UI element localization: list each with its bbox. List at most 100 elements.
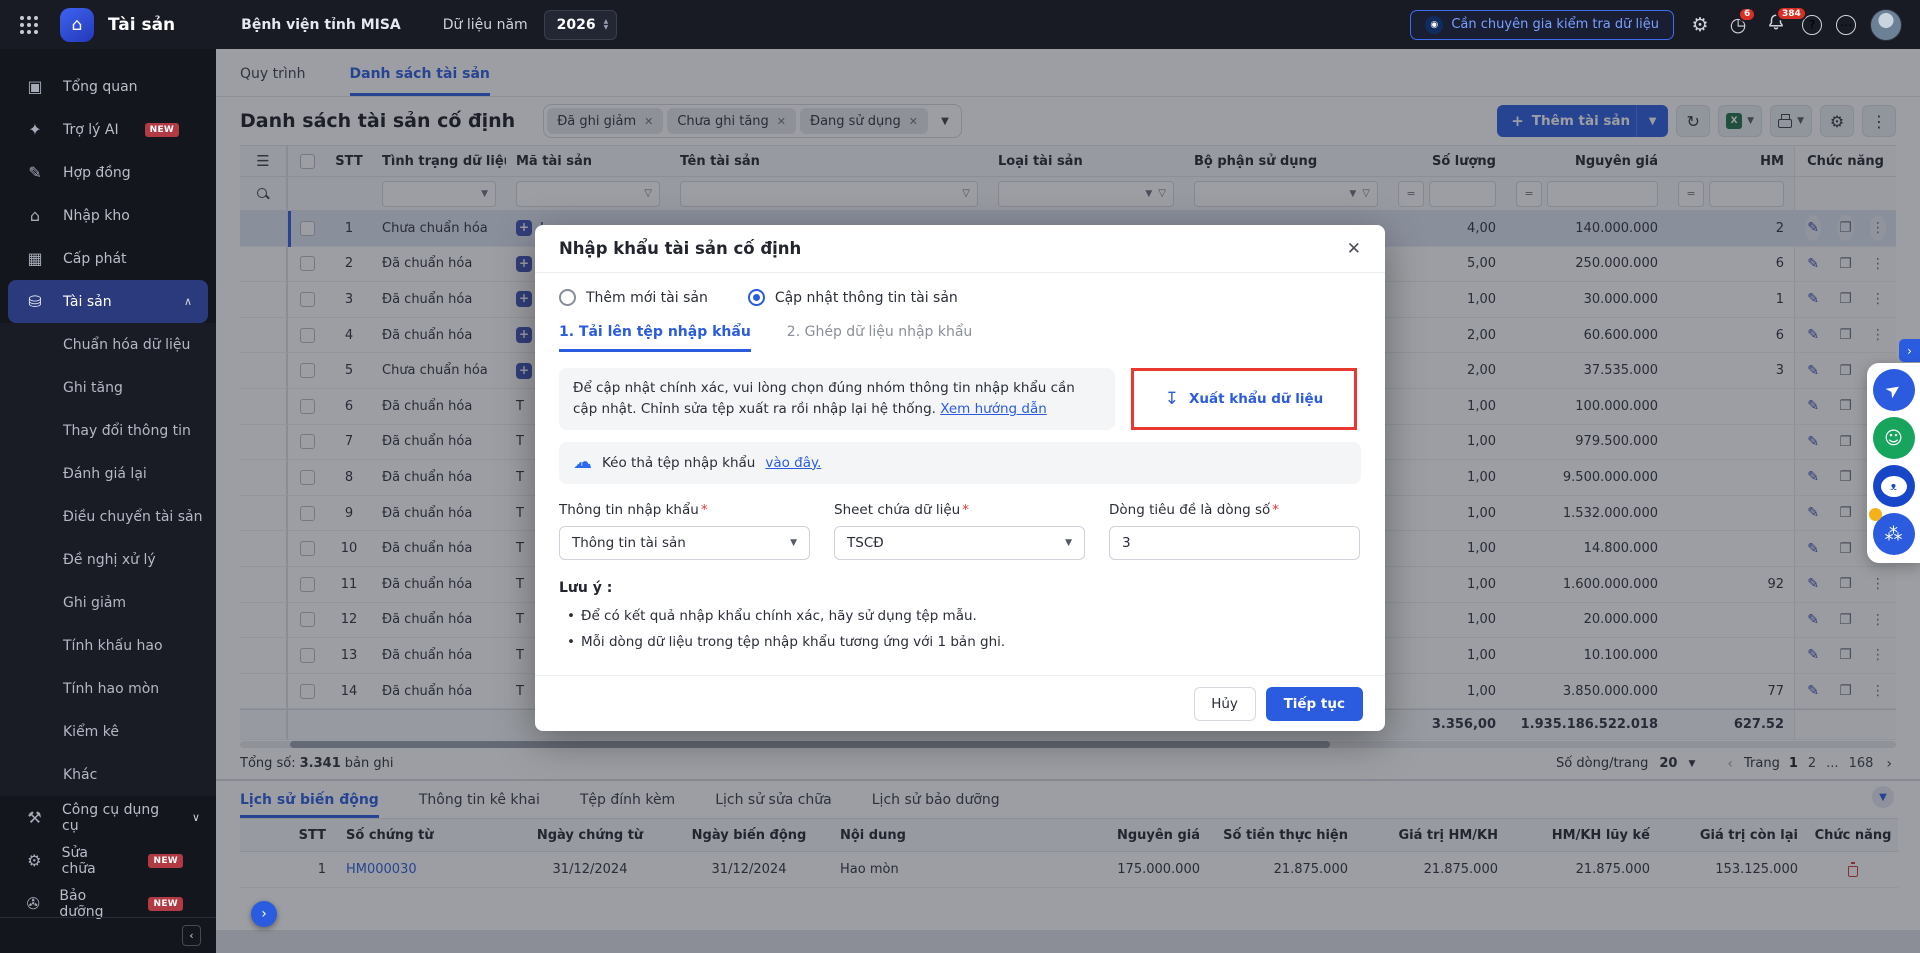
sidebar-item[interactable]: ✦ Trợ lý AI NEW xyxy=(0,108,216,151)
chevron-down-icon: ∨ xyxy=(192,811,200,824)
sidebar-subitem[interactable]: Đánh giá lại xyxy=(0,452,216,495)
sidebar-item-icon: ⚒ xyxy=(24,808,45,827)
chat-support-icon[interactable]: ☺ xyxy=(1873,417,1915,459)
sidebar: ▣ Tổng quan ✦ Trợ lý AI NEW ✎ Hợp đồng ⌂… xyxy=(0,49,216,953)
organization-name[interactable]: Bệnh viện tỉnh MISA xyxy=(241,17,401,33)
sidebar-item-icon: ✦ xyxy=(24,120,46,139)
close-icon[interactable]: ✕ xyxy=(1347,239,1361,259)
required-mark: * xyxy=(1272,502,1279,518)
app-logo-icon[interactable]: ⌂ xyxy=(60,8,94,42)
browse-file-link[interactable]: vào đây. xyxy=(765,455,821,471)
continue-button[interactable]: Tiếp tục xyxy=(1266,687,1363,721)
expert-check-label: Cần chuyên gia kiểm tra dữ liệu xyxy=(1451,17,1659,32)
floating-action-panel: ➤ ☺ ᴥ ⁂ xyxy=(1867,363,1920,563)
sidebar-item-tai-san[interactable]: ⛁ Tài sản ∧ xyxy=(8,280,208,323)
year-value: 2026 xyxy=(557,17,596,33)
modal-footer: Hủy Tiếp tục xyxy=(535,675,1385,731)
sidebar-collapse-icon[interactable]: ‹ xyxy=(182,925,201,946)
header-row-label: Dòng tiêu đề là dòng số xyxy=(1109,502,1270,518)
sidebar-subitem[interactable]: Điều chuyển tài sản xyxy=(0,495,216,538)
sidebar-item-icon: ✎ xyxy=(24,163,46,182)
sidebar-item[interactable]: ⚒ Công cụ dụng cụ ∨ xyxy=(0,796,216,839)
modal-title: Nhập khẩu tài sản cố định xyxy=(559,239,801,258)
app-title: Tài sản xyxy=(108,15,175,35)
sidebar-subitem[interactable]: Tính khấu hao xyxy=(0,624,216,667)
panda-assistant-icon[interactable]: ᴥ xyxy=(1873,465,1915,507)
notification-badge: 384 xyxy=(1776,6,1807,21)
sheet-label: Sheet chứa dữ liệu xyxy=(834,502,960,518)
more-options-icon[interactable]: ⋯ xyxy=(1836,15,1856,35)
sidebar-item-icon: ⌂ xyxy=(24,206,46,225)
sidebar-item-label: Sửa chữa xyxy=(62,845,123,877)
update-note: Để cập nhật chính xác, vui lòng chọn đún… xyxy=(559,368,1115,430)
note-bullet: Để có kết quả nhập khẩu chính xác, hãy s… xyxy=(559,608,1361,624)
import-asset-modal: Nhập khẩu tài sản cố định ✕ Thêm mới tài… xyxy=(535,225,1385,731)
timer-icon[interactable]: ◷ 6 xyxy=(1726,14,1750,36)
sidebar-subitem[interactable]: Ghi giảm xyxy=(0,581,216,624)
sidebar-item[interactable]: ▣ Tổng quan xyxy=(0,65,216,108)
notification-dot xyxy=(1869,508,1882,521)
sidebar-expand-button[interactable]: › xyxy=(251,901,277,927)
sidebar-subitem[interactable]: Chuẩn hóa dữ liệu xyxy=(0,323,216,366)
sidebar-subitem[interactable]: Khác xyxy=(0,753,216,796)
modal-tab-map[interactable]: 2. Ghép dữ liệu nhập khẩu xyxy=(787,324,973,352)
required-mark: * xyxy=(962,502,969,518)
export-data-highlight: ↧ Xuất khẩu dữ liệu xyxy=(1131,368,1357,430)
sidebar-item[interactable]: ✎ Hợp đồng xyxy=(0,151,216,194)
year-select[interactable]: 2026 ▲▼ xyxy=(544,10,618,40)
sidebar-item[interactable]: ▦ Cấp phát xyxy=(0,237,216,280)
export-data-button[interactable]: Xuất khẩu dữ liệu xyxy=(1189,391,1323,407)
sidebar-subitem[interactable]: Thay đổi thông tin xyxy=(0,409,216,452)
sidebar-subitem[interactable]: Đề nghị xử lý xyxy=(0,538,216,581)
note-bullet: Mỗi dòng dữ liệu trong tệp nhập khẩu tươ… xyxy=(559,634,1361,650)
modal-header: Nhập khẩu tài sản cố định ✕ xyxy=(535,225,1385,273)
timer-badge: 6 xyxy=(1738,7,1756,22)
modal-tab-upload[interactable]: 1. Tải lên tệp nhập khẩu xyxy=(559,324,751,352)
sidebar-item[interactable]: ⚙ Sửa chữa NEW xyxy=(0,839,216,882)
expert-check-button[interactable]: ◉ Cần chuyên gia kiểm tra dữ liệu xyxy=(1410,10,1674,40)
radio-add-new[interactable]: Thêm mới tài sản xyxy=(559,289,708,306)
sidebar-item-label: Hợp đồng xyxy=(63,165,131,181)
radio-off-icon xyxy=(559,289,576,306)
cancel-button[interactable]: Hủy xyxy=(1194,687,1256,721)
sheet-select[interactable]: TSCĐ ▼ xyxy=(834,526,1085,560)
year-spinner-icon[interactable]: ▲▼ xyxy=(604,19,609,31)
sidebar-item-icon: ▦ xyxy=(24,249,46,268)
settings-gear-icon[interactable]: ⚙ xyxy=(1688,14,1712,36)
sidebar-item-label: Công cụ dụng cụ xyxy=(62,802,175,834)
notification-bell-icon[interactable]: 384 xyxy=(1764,13,1788,36)
sidebar-subitem[interactable]: Tính hao mòn xyxy=(0,667,216,710)
required-mark: * xyxy=(701,502,708,518)
chevron-down-icon: ▼ xyxy=(790,538,797,548)
sidebar-subitem[interactable]: Ghi tăng xyxy=(0,366,216,409)
file-drop-zone[interactable]: ☁↑ Kéo thả tệp nhập khẩu vào đây. xyxy=(559,442,1361,484)
sidebar-item-icon: ▣ xyxy=(24,77,46,96)
new-badge: NEW xyxy=(148,897,183,911)
app-grid-icon[interactable] xyxy=(20,16,38,34)
cloud-upload-icon: ☁↑ xyxy=(573,453,592,472)
sidebar-item-icon: ⚙ xyxy=(24,851,45,870)
guide-link[interactable]: Xem hướng dẫn xyxy=(940,401,1047,417)
sheet-value: TSCĐ xyxy=(847,535,884,551)
header-row-number-input[interactable] xyxy=(1109,526,1360,560)
new-badge: NEW xyxy=(148,854,183,868)
announcement-icon[interactable]: ➤ xyxy=(1873,369,1915,411)
chevron-up-icon: ∧ xyxy=(184,295,192,308)
sidebar-item-label: Tổng quan xyxy=(63,79,138,95)
sidebar-item-label: Cấp phát xyxy=(63,251,127,267)
sidebar-subitem[interactable]: Kiểm kê xyxy=(0,710,216,753)
radio-update-info[interactable]: Cập nhật thông tin tài sản xyxy=(748,289,958,306)
download-icon: ↧ xyxy=(1165,389,1179,409)
chevron-down-icon: ▼ xyxy=(1065,538,1072,548)
sidebar-item[interactable]: ⌂ Nhập kho xyxy=(0,194,216,237)
radio-on-icon xyxy=(748,289,765,306)
import-info-select[interactable]: Thông tin tài sản ▼ xyxy=(559,526,810,560)
app-screen: ⌂ Tài sản Bệnh viện tỉnh MISA Dữ liệu nă… xyxy=(0,0,1920,953)
notes-title: Lưu ý : xyxy=(559,580,1361,596)
side-panel-expand-icon[interactable]: › xyxy=(1899,339,1920,362)
radio-add-new-label: Thêm mới tài sản xyxy=(586,290,708,306)
new-badge: NEW xyxy=(145,123,180,137)
radio-update-info-label: Cập nhật thông tin tài sản xyxy=(775,290,958,306)
avatar[interactable] xyxy=(1870,9,1902,41)
sidebar-item-label: Trợ lý AI xyxy=(63,122,119,138)
